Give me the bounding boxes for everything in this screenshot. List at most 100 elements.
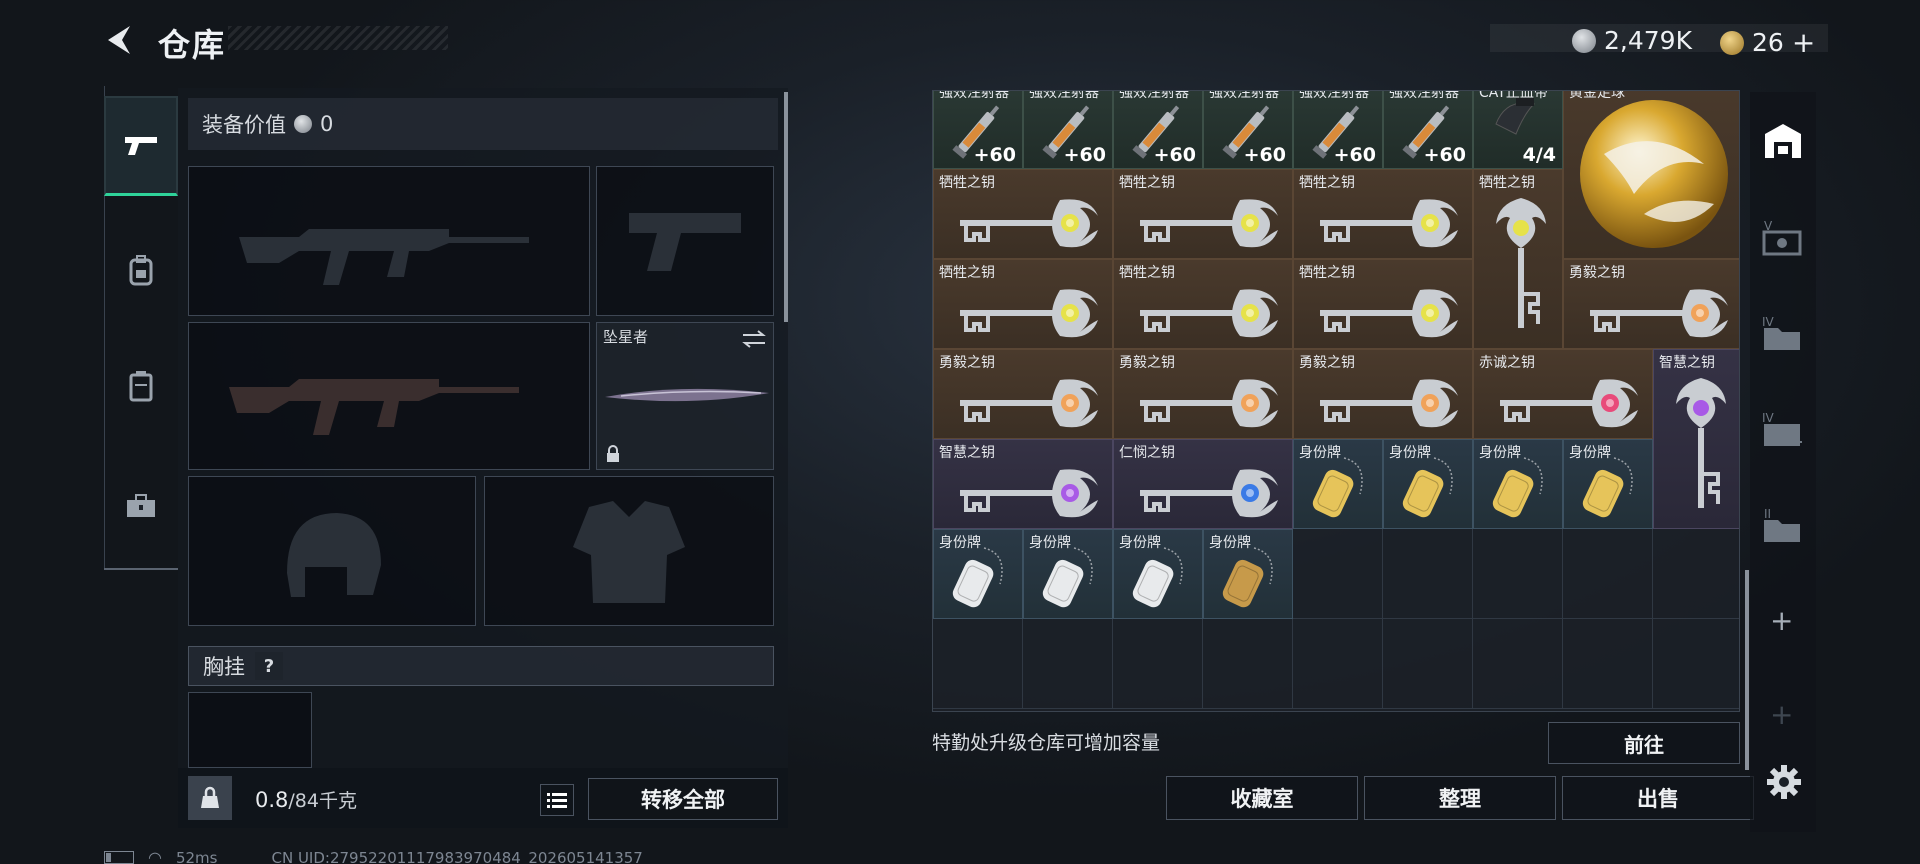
container-tab-ii[interactable]: II — [1760, 502, 1806, 548]
help-icon[interactable]: ? — [255, 652, 283, 680]
equip-value: 0 — [320, 112, 334, 136]
list-view-button[interactable] — [540, 784, 574, 816]
tab-toolbox[interactable] — [104, 456, 178, 556]
item-syringe[interactable]: 强效注射器 +60 — [1023, 91, 1113, 169]
chest-rig-slot[interactable] — [188, 692, 312, 768]
item-key[interactable]: 牺牲之钥 — [1113, 169, 1293, 259]
item-dog-tag[interactable]: 身份牌 — [1563, 439, 1653, 529]
dog-tag-icon — [1402, 457, 1453, 518]
settings-button[interactable] — [1766, 764, 1802, 800]
grid-cell[interactable] — [1203, 619, 1293, 709]
item-key[interactable]: 牺牲之钥 — [1293, 169, 1473, 259]
key-icon — [1140, 289, 1278, 338]
item-dog-tag[interactable]: 身份牌 — [1203, 529, 1293, 619]
container-tab-iv[interactable]: IV — [1760, 310, 1806, 356]
melee-name: 坠星者 — [603, 328, 649, 346]
silver-coin-icon — [294, 115, 312, 133]
grid-cell[interactable] — [1563, 619, 1653, 709]
item-dog-tag[interactable]: 身份牌 — [933, 529, 1023, 619]
key-icon — [1676, 378, 1726, 508]
status-bar: ◠ 52ms CN UID:2795220111798397048‌4_2026… — [104, 848, 643, 864]
item-label: 牺牲之钥 — [939, 175, 995, 191]
sell-button[interactable]: 出售 — [1562, 776, 1754, 820]
grid-cell[interactable] — [1383, 529, 1473, 619]
container-tab-v[interactable]: V — [1760, 214, 1806, 260]
svg-text:IV: IV — [1762, 411, 1775, 425]
item-syringe[interactable]: 强效注射器 +60 — [1293, 91, 1383, 169]
add-container-icon[interactable]: + — [1770, 604, 1793, 637]
item-syringe[interactable]: 强效注射器 +60 — [1113, 91, 1203, 169]
item-key[interactable]: 智慧之钥 — [933, 439, 1113, 529]
helmet-slot[interactable] — [188, 476, 476, 626]
sort-button[interactable]: 整理 — [1364, 776, 1556, 820]
item-key[interactable]: 勇毅之钥 — [1563, 259, 1739, 349]
item-key[interactable]: 勇毅之钥 — [1113, 349, 1293, 439]
warehouse-tab[interactable] — [1760, 118, 1806, 164]
tab-weapons[interactable] — [104, 96, 178, 196]
grid-cell[interactable] — [1383, 619, 1473, 709]
item-dog-tag[interactable]: 身份牌 — [1113, 529, 1203, 619]
grid-cell[interactable] — [1473, 619, 1563, 709]
item-dog-tag[interactable]: 身份牌 — [1023, 529, 1113, 619]
grid-cell[interactable] — [1293, 619, 1383, 709]
grid-cell[interactable] — [1113, 619, 1203, 709]
item-tourniquet[interactable]: CAT止血带 4/4 — [1473, 91, 1563, 169]
goto-button[interactable]: 前往 — [1548, 722, 1740, 764]
grid-cell[interactable] — [933, 619, 1023, 709]
item-key[interactable]: 智慧之钥 — [1653, 349, 1739, 529]
armor-slot[interactable] — [484, 476, 774, 626]
item-dog-tag[interactable]: 身份牌 — [1473, 439, 1563, 529]
helmet-silhouette-icon — [287, 513, 381, 597]
item-key[interactable]: 牺牲之钥 — [933, 259, 1113, 349]
gold-amount: 26 — [1752, 28, 1784, 57]
item-key[interactable]: 牺牲之钥 — [1293, 259, 1473, 349]
weight-icon — [188, 776, 232, 820]
tab-backpack[interactable] — [104, 220, 178, 320]
item-key[interactable]: 牺牲之钥 — [933, 169, 1113, 259]
grid-cell[interactable] — [1473, 529, 1563, 619]
key-icon — [1496, 198, 1546, 328]
melee-slot[interactable]: 坠星者 — [596, 322, 774, 470]
tab-vest[interactable] — [104, 336, 178, 436]
collection-room-button[interactable]: 收藏室 — [1166, 776, 1358, 820]
back-button[interactable] — [100, 20, 140, 60]
backpack-icon — [129, 255, 153, 286]
add-gold-icon[interactable]: + — [1792, 26, 1815, 59]
currency-gold[interactable]: 26 + — [1720, 26, 1815, 59]
item-key[interactable]: 赤诚之钥 — [1473, 349, 1653, 439]
swap-icon[interactable] — [741, 329, 767, 349]
item-label: 仁悯之钥 — [1119, 445, 1175, 461]
item-syringe[interactable]: 强效注射器 +60 — [1383, 90, 1473, 169]
grid-cell[interactable] — [1293, 529, 1383, 619]
item-label: 强效注射器 — [1389, 90, 1459, 101]
item-label: 身份牌 — [1119, 535, 1161, 551]
item-label: 智慧之钥 — [1659, 355, 1715, 371]
item-key[interactable]: 仁悯之钥 — [1113, 439, 1293, 529]
item-key[interactable]: 牺牲之钥 — [1473, 169, 1563, 349]
knife-icon — [605, 388, 769, 402]
item-golden-football[interactable]: 黄金足球 — [1563, 91, 1739, 259]
grid-scrollbar[interactable] — [1745, 570, 1749, 770]
item-label: 牺牲之钥 — [939, 265, 995, 281]
grid-cell[interactable] — [1653, 529, 1739, 619]
item-key[interactable]: 勇毅之钥 — [1293, 349, 1473, 439]
dog-tag-icon — [1582, 457, 1633, 518]
grid-cell[interactable] — [1563, 529, 1653, 619]
primary-weapon-slot[interactable] — [188, 166, 590, 316]
item-dog-tag[interactable]: 身份牌 — [1293, 439, 1383, 529]
toolbox-icon — [127, 494, 155, 517]
ping: 52ms — [175, 848, 218, 864]
item-syringe[interactable]: 强效注射器 +60 — [1203, 91, 1293, 169]
item-key[interactable]: 勇毅之钥 — [933, 349, 1113, 439]
item-dog-tag[interactable]: 身份牌 — [1383, 439, 1473, 529]
container-tab-iv-2[interactable]: IV — [1760, 406, 1806, 452]
item-syringe[interactable]: 强效注射器 +60 — [933, 91, 1023, 169]
currency-silver[interactable]: 2,479K — [1572, 26, 1692, 55]
secondary-weapon-slot[interactable] — [188, 322, 590, 470]
left-scrollbar[interactable] — [784, 92, 788, 322]
grid-cell[interactable] — [1023, 619, 1113, 709]
item-key[interactable]: 牺牲之钥 — [1113, 259, 1293, 349]
grid-cell[interactable] — [1653, 619, 1739, 709]
transfer-all-button[interactable]: 转移全部 — [588, 778, 778, 820]
pistol-slot[interactable] — [596, 166, 774, 316]
